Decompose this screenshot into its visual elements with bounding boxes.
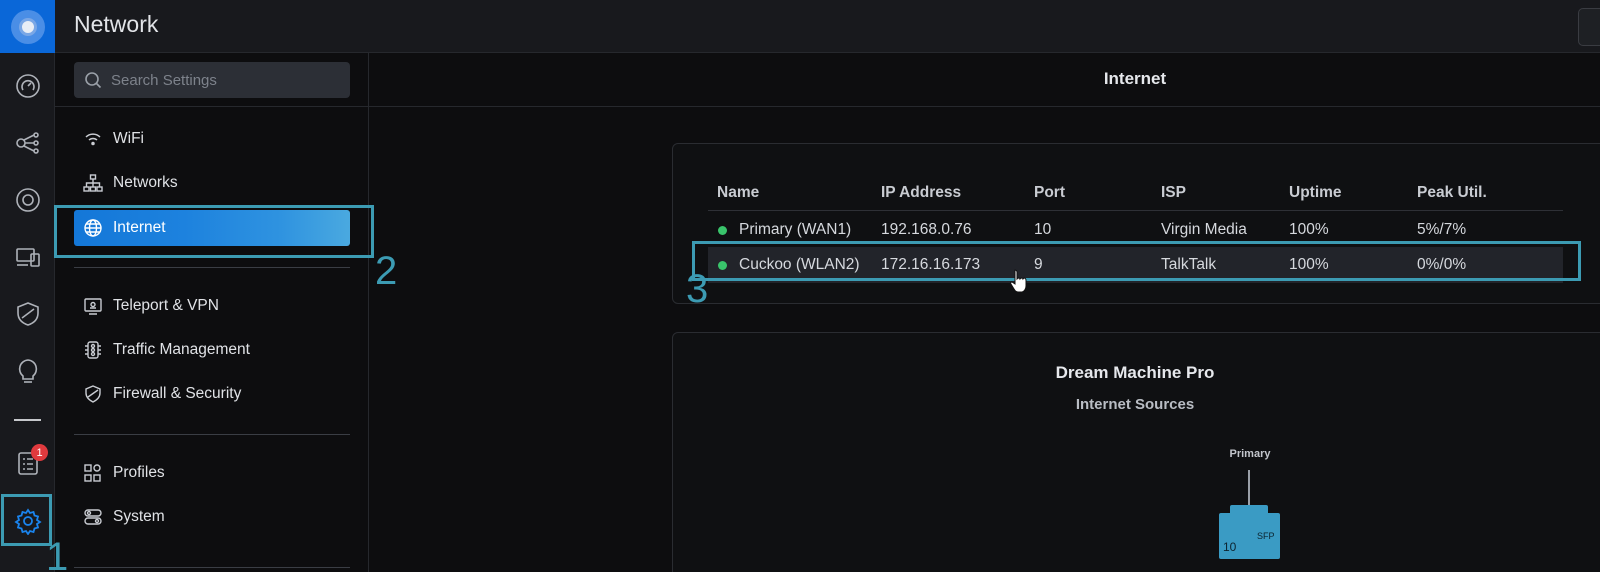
col-ip[interactable]: IP Address xyxy=(881,175,961,211)
clients-icon[interactable] xyxy=(12,241,44,273)
wifi-icon xyxy=(82,128,104,150)
notification-badge: 1 xyxy=(31,444,48,461)
status-dot-online xyxy=(718,226,727,235)
header-action-button[interactable] xyxy=(1578,8,1600,46)
top-header: Network xyxy=(55,0,1600,53)
search-input[interactable]: Search Settings xyxy=(74,62,350,98)
traffic-icon xyxy=(82,339,104,361)
topology-icon[interactable] xyxy=(12,127,44,159)
nav-item-teleport-vpn[interactable]: Teleport & VPN xyxy=(74,288,350,324)
app-title: Network xyxy=(74,11,159,37)
app-root: 1 1 Network Search Settings WiFi Network… xyxy=(0,0,1600,572)
nav-item-profiles[interactable]: Profiles xyxy=(74,455,350,491)
annotation-marker-3: 3 xyxy=(686,267,709,311)
settings-nav: Search Settings WiFi Networks Internet T… xyxy=(55,53,369,572)
insights-icon[interactable] xyxy=(12,355,44,387)
firewall-shield-icon xyxy=(82,383,104,405)
nav-item-firewall-security[interactable]: Firewall & Security xyxy=(74,376,350,412)
nav-item-networks[interactable]: Networks xyxy=(74,165,350,201)
col-name[interactable]: Name xyxy=(717,175,759,211)
annotation-marker-2: 2 xyxy=(375,249,398,293)
annotation-highlight-3 xyxy=(692,241,1581,281)
device-subtitle: Internet Sources xyxy=(1075,396,1195,413)
rail-divider xyxy=(14,419,41,421)
annotation-highlight-2 xyxy=(54,205,374,258)
ubiquiti-logo[interactable] xyxy=(0,0,55,53)
hand-cursor-icon xyxy=(1010,269,1027,293)
annotation-highlight-1 xyxy=(1,494,52,546)
profiles-grid-icon xyxy=(82,462,104,484)
wan-primary-label: Primary xyxy=(1229,448,1271,460)
col-peak-util[interactable]: Peak Util. xyxy=(1417,175,1487,211)
col-port[interactable]: Port xyxy=(1034,175,1065,211)
system-toggle-icon xyxy=(82,506,104,528)
port-type: SFP xyxy=(1257,531,1275,541)
devices-icon[interactable] xyxy=(12,184,44,216)
nav-item-wifi[interactable]: WiFi xyxy=(74,121,350,157)
col-isp[interactable]: ISP xyxy=(1161,175,1186,211)
table-header: Name IP Address Port ISP Uptime Peak Uti… xyxy=(708,175,1563,211)
shield-icon[interactable] xyxy=(12,298,44,330)
page-title: Internet xyxy=(1103,69,1167,88)
nav-item-system[interactable]: System xyxy=(74,499,350,535)
vpn-icon xyxy=(82,295,104,317)
network-tree-icon xyxy=(82,172,104,194)
search-placeholder: Search Settings xyxy=(111,71,217,89)
col-uptime[interactable]: Uptime xyxy=(1289,175,1342,211)
port-number: 10 xyxy=(1223,540,1237,554)
left-rail: 1 xyxy=(0,0,55,572)
nav-item-traffic-management[interactable]: Traffic Management xyxy=(74,332,350,368)
device-title: Dream Machine Pro xyxy=(1055,363,1215,382)
dashboard-icon[interactable] xyxy=(12,70,44,102)
search-icon xyxy=(85,72,102,89)
